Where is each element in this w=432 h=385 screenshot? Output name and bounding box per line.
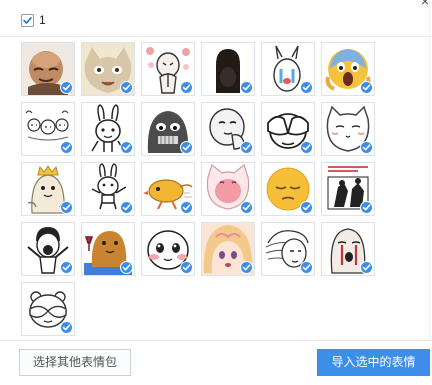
- sticker-tile[interactable]: [21, 162, 75, 216]
- sticker-tile[interactable]: [261, 162, 315, 216]
- selected-check-badge: [300, 201, 313, 214]
- selected-check-badge: [120, 141, 133, 154]
- selected-check-badge: [240, 141, 253, 154]
- selected-check-badge: [120, 81, 133, 94]
- sticker-tile[interactable]: [201, 162, 255, 216]
- sticker-tile[interactable]: [81, 102, 135, 156]
- selected-check-badge: [180, 81, 193, 94]
- selected-check-badge: [240, 201, 253, 214]
- sticker-tile[interactable]: [21, 282, 75, 336]
- sticker-grid: [21, 42, 375, 336]
- sticker-tile[interactable]: [81, 222, 135, 276]
- sticker-tile[interactable]: [141, 222, 195, 276]
- selected-check-badge: [60, 261, 73, 274]
- selected-check-badge: [360, 261, 373, 274]
- selected-check-badge: [60, 321, 73, 334]
- selected-check-badge: [120, 201, 133, 214]
- selected-check-badge: [60, 201, 73, 214]
- selected-check-badge: [180, 141, 193, 154]
- sticker-tile[interactable]: [201, 222, 255, 276]
- dialog-right-edge: [429, 0, 430, 340]
- import-selected-stickers-button[interactable]: 导入选中的表情: [317, 349, 430, 376]
- sticker-tile[interactable]: [21, 42, 75, 96]
- sticker-tile[interactable]: [21, 222, 75, 276]
- dialog-footer: 选择其他表情包 导入选中的表情: [0, 340, 432, 385]
- selected-check-badge: [360, 81, 373, 94]
- sticker-tile[interactable]: [201, 42, 255, 96]
- choose-other-sticker-pack-button[interactable]: 选择其他表情包: [19, 349, 131, 376]
- selected-check-badge: [180, 261, 193, 274]
- sticker-tile[interactable]: [261, 42, 315, 96]
- selected-check-badge: [240, 81, 253, 94]
- selected-check-badge: [60, 141, 73, 154]
- sticker-tile[interactable]: [261, 222, 315, 276]
- sticker-tile[interactable]: [321, 42, 375, 96]
- selected-check-badge: [300, 261, 313, 274]
- sticker-tile[interactable]: [81, 162, 135, 216]
- checkmark-icon: [23, 16, 32, 24]
- selected-check-badge: [360, 141, 373, 154]
- selected-check-badge: [300, 81, 313, 94]
- sticker-tile[interactable]: [141, 102, 195, 156]
- import-stickers-dialog: 1 × 选择其他表情包 导入选中的表情: [0, 0, 432, 385]
- sticker-tile[interactable]: [201, 102, 255, 156]
- selected-check-badge: [300, 141, 313, 154]
- sticker-tile[interactable]: [21, 102, 75, 156]
- sticker-tile[interactable]: [321, 162, 375, 216]
- sticker-tile[interactable]: [321, 102, 375, 156]
- sticker-tile[interactable]: [81, 42, 135, 96]
- sticker-tile[interactable]: [321, 222, 375, 276]
- sticker-tile[interactable]: [141, 42, 195, 96]
- selected-check-badge: [240, 261, 253, 274]
- select-all-control[interactable]: 1: [21, 13, 46, 27]
- selected-check-badge: [120, 261, 133, 274]
- sticker-tile[interactable]: [261, 102, 315, 156]
- dialog-header: 1: [0, 0, 432, 37]
- selected-check-badge: [180, 201, 193, 214]
- selected-check-badge: [360, 201, 373, 214]
- selected-check-badge: [60, 81, 73, 94]
- select-all-checkbox[interactable]: [21, 13, 34, 27]
- sticker-tile[interactable]: [141, 162, 195, 216]
- select-all-label: 1: [39, 13, 46, 27]
